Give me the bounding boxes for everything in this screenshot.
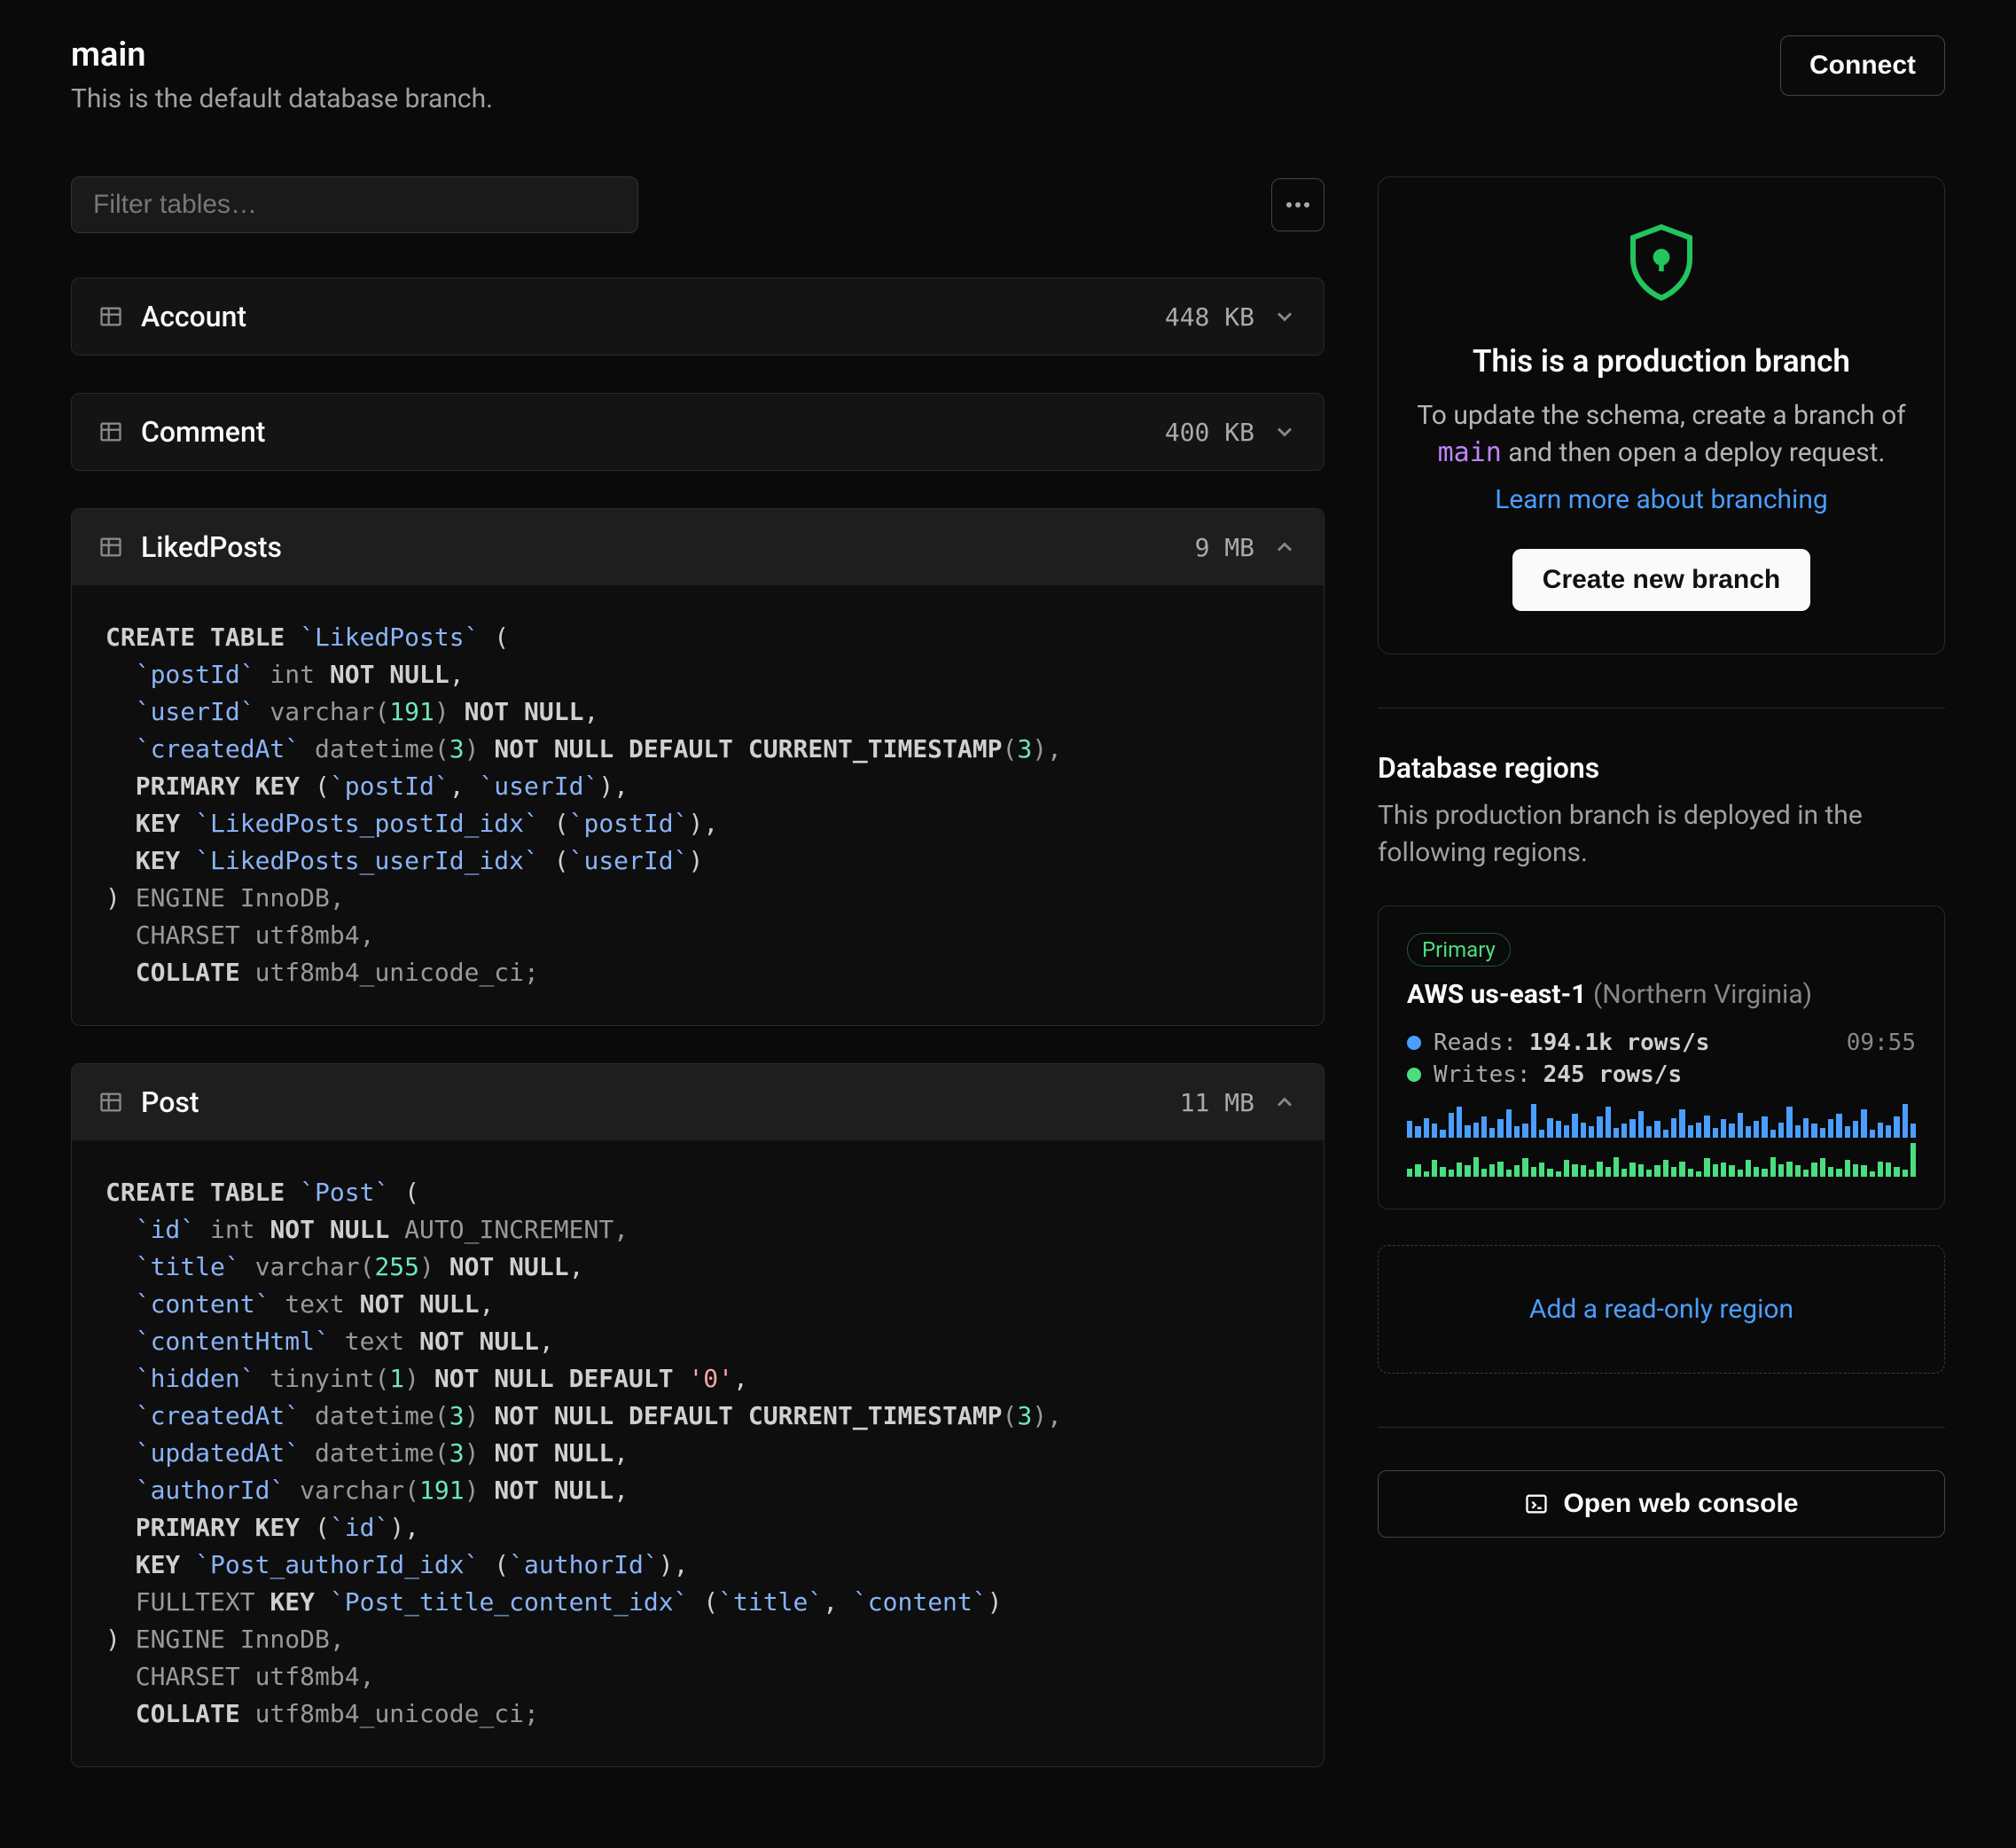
table-card-likedposts: LikedPosts 9 MB CREATE TABLE `LikedPosts` … xyxy=(71,508,1324,1026)
table-header[interactable]: Post 11 MB xyxy=(72,1064,1324,1140)
table-card-account: Account 448 KB xyxy=(71,278,1324,356)
chevron-down-icon xyxy=(1272,304,1297,329)
table-header[interactable]: Account 448 KB xyxy=(72,278,1324,355)
writes-metric: Writes:245 rows/s xyxy=(1407,1061,1916,1088)
table-name: LikedPosts xyxy=(141,530,1177,564)
table-card-comment: Comment 400 KB xyxy=(71,393,1324,471)
page-title: main xyxy=(71,35,493,74)
region-name: AWS us-east-1 (Northern Virginia) xyxy=(1407,979,1916,1010)
region-card: Primary AWS us-east-1 (Northern Virginia… xyxy=(1378,905,1945,1210)
primary-badge: Primary xyxy=(1407,933,1511,967)
create-branch-button[interactable]: Create new branch xyxy=(1512,549,1810,611)
table-name: Comment xyxy=(141,415,1147,449)
add-region-button[interactable]: Add a read-only region xyxy=(1378,1245,1945,1374)
connect-button[interactable]: Connect xyxy=(1780,35,1945,96)
table-size: 400 KB xyxy=(1165,418,1254,447)
branch-name: main xyxy=(1438,437,1502,468)
writes-sparkline xyxy=(1407,1143,1916,1177)
production-branch-card: This is a production branch To update th… xyxy=(1378,176,1945,654)
table-icon xyxy=(98,535,123,560)
table-schema-sql: CREATE TABLE `Post` ( `id` int NOT NULL … xyxy=(72,1140,1324,1766)
production-title: This is a production branch xyxy=(1414,343,1909,380)
table-size: 448 KB xyxy=(1165,302,1254,332)
reads-sparkline xyxy=(1407,1104,1916,1138)
regions-desc: This production branch is deployed in th… xyxy=(1378,797,1945,872)
regions-title: Database regions xyxy=(1378,751,1945,785)
chevron-down-icon xyxy=(1272,419,1297,444)
table-icon xyxy=(98,304,123,329)
open-console-button[interactable]: Open web console xyxy=(1378,1470,1945,1538)
ellipsis-icon xyxy=(1285,201,1310,208)
writes-dot-icon xyxy=(1407,1068,1421,1082)
reads-metric: Reads:194.1k rows/s 09:55 xyxy=(1407,1030,1916,1056)
learn-branching-link[interactable]: Learn more about branching xyxy=(1495,484,1828,515)
table-name: Account xyxy=(141,300,1147,333)
table-size: 11 MB xyxy=(1180,1088,1254,1117)
table-header[interactable]: LikedPosts 9 MB xyxy=(72,509,1324,585)
page-subtitle: This is the default database branch. xyxy=(71,83,493,114)
chevron-up-icon xyxy=(1272,1090,1297,1115)
table-size: 9 MB xyxy=(1195,533,1254,562)
chevron-up-icon xyxy=(1272,535,1297,560)
more-actions-button[interactable] xyxy=(1271,178,1324,231)
table-schema-sql: CREATE TABLE `LikedPosts` ( `postId` int… xyxy=(72,585,1324,1025)
terminal-icon xyxy=(1524,1492,1549,1516)
reads-dot-icon xyxy=(1407,1036,1421,1050)
table-icon xyxy=(98,419,123,444)
table-icon xyxy=(98,1090,123,1115)
table-header[interactable]: Comment 400 KB xyxy=(72,394,1324,470)
filter-tables-input[interactable] xyxy=(71,176,638,233)
table-name: Post xyxy=(141,1085,1162,1119)
table-card-post: Post 11 MB CREATE TABLE `Post` ( `id` int … xyxy=(71,1063,1324,1767)
shield-icon xyxy=(1619,220,1704,305)
production-desc: To update the schema, create a branch of… xyxy=(1414,397,1909,472)
